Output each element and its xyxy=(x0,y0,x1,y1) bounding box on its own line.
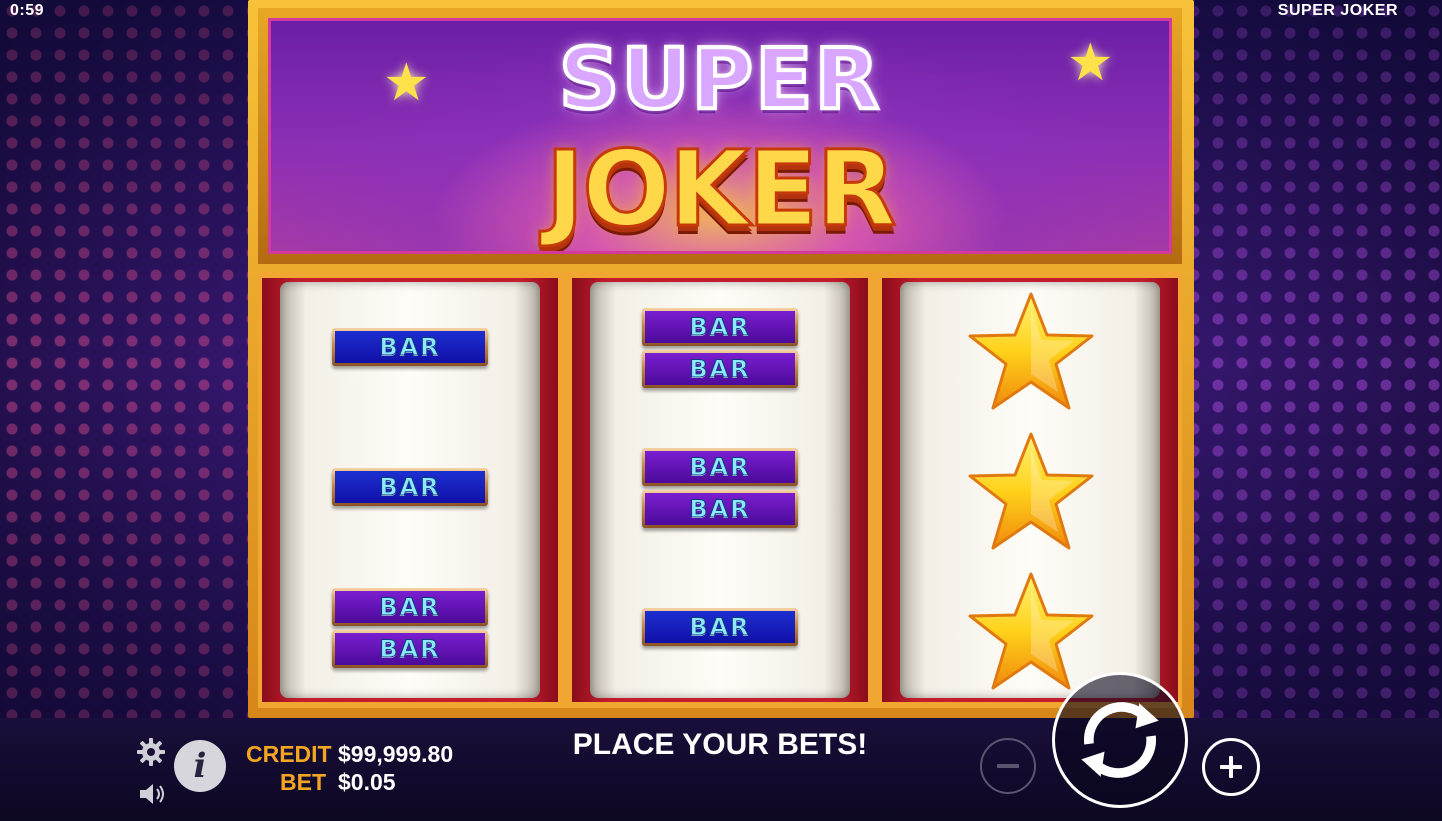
logo-super: SUPER xyxy=(557,30,882,128)
star-symbol-icon xyxy=(968,572,1094,690)
spin-button[interactable] xyxy=(1052,672,1188,808)
reel-3-housing xyxy=(882,278,1178,702)
speaker-icon[interactable] xyxy=(138,780,168,808)
reel-frame: BAR BAR BAR BAR BAR BAR BAR BAR BAR xyxy=(258,272,1182,708)
status-message: PLACE YOUR BETS! xyxy=(572,728,868,761)
reel-2-housing: BAR BAR BAR BAR BAR xyxy=(572,278,868,702)
gear-icon[interactable] xyxy=(136,737,166,767)
bar-symbol: BAR xyxy=(332,630,488,668)
spin-arrows-icon xyxy=(1081,702,1159,778)
bar-symbol: BAR xyxy=(332,588,488,626)
marquee: ★ ★ SUPER JOKER xyxy=(258,8,1182,264)
decrease-bet-button[interactable] xyxy=(980,738,1036,794)
star-symbol-icon xyxy=(968,292,1094,410)
bet-label: BET xyxy=(280,769,326,795)
credit-value: $99,999.80 xyxy=(338,741,454,767)
reel-1-housing: BAR BAR BAR BAR xyxy=(262,278,558,702)
background-shade-left xyxy=(0,0,260,821)
bar-symbol: BAR xyxy=(332,468,488,506)
slot-cabinet: ★ ★ SUPER JOKER BAR BAR BAR BAR BAR BAR … xyxy=(248,0,1194,718)
credit-label: CREDIT xyxy=(246,741,332,767)
bar-symbol: BAR xyxy=(642,350,798,388)
star-symbol-icon xyxy=(968,432,1094,550)
reel-1: BAR BAR BAR BAR xyxy=(280,282,540,698)
game-name: SUPER JOKER xyxy=(1277,2,1398,19)
bar-symbol: BAR xyxy=(642,490,798,528)
increase-bet-button[interactable] xyxy=(1202,738,1260,796)
bar-symbol: BAR xyxy=(642,448,798,486)
info-icon[interactable]: i xyxy=(174,740,226,792)
logo-joker: JOKER xyxy=(544,128,898,250)
bar-symbol: BAR xyxy=(332,328,488,366)
clock: 0:59 xyxy=(10,2,45,19)
background-shade-right xyxy=(1182,0,1442,821)
marquee-panel: ★ ★ SUPER JOKER xyxy=(268,18,1172,254)
reel-2: BAR BAR BAR BAR BAR xyxy=(590,282,850,698)
bar-symbol: BAR xyxy=(642,308,798,346)
bet-value: $0.05 xyxy=(338,769,396,795)
plus-icon xyxy=(1220,756,1242,778)
bar-symbol: BAR xyxy=(642,608,798,646)
reel-3 xyxy=(900,282,1160,698)
minus-icon xyxy=(997,764,1019,768)
